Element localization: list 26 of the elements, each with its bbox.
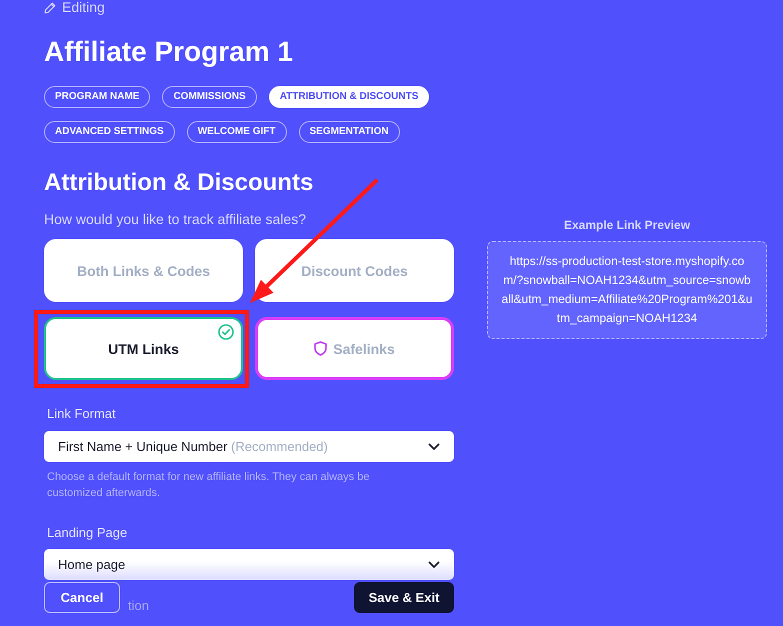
field-label: Landing Page [46,525,128,541]
landing-page-select[interactable]: Home page [44,549,454,580]
link-preview-box: https://ss-production-test-store.myshopify.com/?snowball=NOAH1234&utm_source=snowball&utm_medium=Affiliate%20Program%201&utm_campaign=NOAH1234 [487,241,767,339]
shield-icon [314,341,328,356]
question-text: How would you like to track affiliate sales? [44,210,307,228]
field-label: Link Format [46,406,117,422]
option-card[interactable]: UTM Links [44,317,243,380]
pencil-icon [44,2,56,14]
hint-text: Choose a default format for new affiliate links. They can always be customized afterwards. [46,470,370,501]
status-label: Editing [62,0,105,15]
section-heading: Attribution & Discounts [44,168,314,198]
chevron-down-icon [428,560,440,568]
tab[interactable]: ATTRIBUTION & DISCOUNTS [268,86,430,108]
tab[interactable]: PROGRAM NAME [44,86,150,108]
tab[interactable]: SEGMENTATION [298,121,400,143]
tab[interactable]: ADVANCED SETTINGS [44,121,175,143]
link-format-select[interactable]: First Name + Unique Number (Recommended) [44,431,454,462]
page-title: Affiliate Program 1 [44,35,294,69]
field-label: tion [128,598,149,614]
tab[interactable]: COMMISSIONS [162,86,257,108]
save-button[interactable]: Save & Exit [354,582,454,613]
preview-heading: Example Link Preview [562,218,692,232]
cancel-button[interactable]: Cancel [44,582,120,613]
check-circle-icon [218,324,234,340]
tab[interactable]: WELCOME GIFT [186,121,286,143]
chevron-down-icon [428,442,440,450]
